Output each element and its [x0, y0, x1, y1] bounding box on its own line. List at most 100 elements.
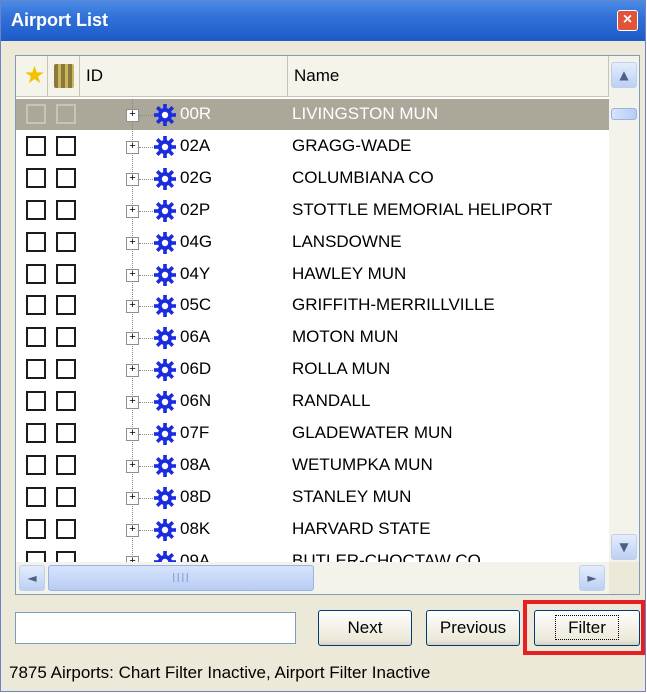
- column-header: ★ ID Name: [16, 56, 609, 97]
- expand-icon[interactable]: +: [126, 300, 139, 314]
- favorite-checkbox[interactable]: [26, 231, 46, 252]
- table-row[interactable]: +07F GLADEWATER MUN: [16, 418, 609, 449]
- expand-icon[interactable]: +: [126, 236, 139, 250]
- airport-id: 04Y: [180, 263, 211, 283]
- expand-icon[interactable]: +: [126, 459, 139, 473]
- star-icon: ★: [23, 62, 46, 89]
- favorite-checkbox[interactable]: [26, 359, 46, 380]
- table-row[interactable]: +00R LIVINGSTON MUN: [16, 99, 609, 130]
- chart-checkbox[interactable]: [56, 231, 76, 252]
- favorite-checkbox[interactable]: [26, 199, 46, 220]
- table-row[interactable]: +06N RANDALL: [16, 386, 609, 418]
- table-row[interactable]: +02A GRAGG-WADE: [16, 130, 609, 162]
- scroll-left-button[interactable]: ◄: [19, 565, 45, 591]
- airport-id: 08K: [180, 518, 211, 538]
- table-row[interactable]: +08D STANLEY MUN: [16, 481, 609, 513]
- tree-connector: [139, 465, 153, 467]
- expand-icon[interactable]: +: [126, 268, 139, 282]
- tree-connector: [139, 529, 153, 531]
- scroll-up-button[interactable]: ▲: [611, 62, 637, 88]
- expand-icon[interactable]: +: [126, 491, 139, 505]
- chart-checkbox[interactable]: [56, 263, 76, 284]
- expand-icon[interactable]: +: [126, 332, 139, 346]
- chart-checkbox[interactable]: [56, 454, 76, 475]
- table-row[interactable]: +05C GRIFFITH-MERRILLVILLE: [16, 290, 609, 322]
- horizontal-scrollbar[interactable]: ◄ IIII ►: [16, 562, 609, 594]
- airport-icon: [154, 486, 176, 509]
- expand-icon[interactable]: +: [126, 396, 139, 410]
- airport-name: ROLLA MUN: [292, 359, 391, 379]
- id-column-header[interactable]: ID: [80, 56, 288, 96]
- favorite-checkbox[interactable]: [26, 263, 46, 284]
- scroll-right-button[interactable]: ►: [579, 565, 605, 591]
- table-row[interactable]: +02G COLUMBIANA CO: [16, 162, 609, 194]
- id-column-label: ID: [86, 66, 103, 85]
- favorite-checkbox[interactable]: [26, 104, 46, 124]
- tree-connector: [139, 274, 153, 276]
- table-row[interactable]: +04Y HAWLEY MUN: [16, 258, 609, 290]
- expand-icon[interactable]: +: [126, 109, 139, 122]
- airport-name: STOTTLE MEMORIAL HELIPORT: [292, 199, 553, 219]
- favorite-checkbox[interactable]: [26, 295, 46, 316]
- table-row[interactable]: +06A MOTON MUN: [16, 322, 609, 354]
- search-input[interactable]: [15, 612, 296, 644]
- vertical-scrollbar[interactable]: ▲ ▼: [609, 56, 639, 562]
- chart-checkbox[interactable]: [56, 167, 76, 188]
- table-row[interactable]: +04G LANSDOWNE: [16, 226, 609, 258]
- close-button[interactable]: ×: [617, 10, 638, 31]
- horizontal-scroll-thumb[interactable]: IIII: [48, 565, 314, 591]
- title-bar[interactable]: Airport List ×: [1, 1, 645, 41]
- airport-id: 05C: [180, 295, 212, 315]
- table-row[interactable]: +08A WETUMPKA MUN: [16, 449, 609, 481]
- airport-icon: [154, 231, 176, 254]
- favorite-checkbox[interactable]: [26, 327, 46, 348]
- favorite-checkbox[interactable]: [26, 518, 46, 539]
- airport-name: WETUMPKA MUN: [292, 454, 433, 474]
- favorite-checkbox[interactable]: [26, 423, 46, 443]
- next-button[interactable]: Next: [318, 610, 412, 646]
- chart-checkbox[interactable]: [56, 359, 76, 380]
- chart-checkbox[interactable]: [56, 486, 76, 507]
- favorite-checkbox[interactable]: [26, 135, 46, 156]
- scroll-down-button[interactable]: ▼: [611, 534, 637, 560]
- chart-checkbox[interactable]: [56, 104, 76, 124]
- favorite-checkbox[interactable]: [26, 391, 46, 412]
- airport-icon: [154, 359, 176, 382]
- airport-name: GLADEWATER MUN: [292, 423, 453, 442]
- airport-id: 04G: [180, 231, 213, 251]
- vertical-scroll-thumb[interactable]: [611, 108, 637, 120]
- favorite-column-header[interactable]: ★: [16, 56, 48, 96]
- chart-checkbox[interactable]: [56, 295, 76, 316]
- expand-icon[interactable]: +: [126, 523, 139, 537]
- chart-column-header[interactable]: [48, 56, 80, 96]
- chart-checkbox[interactable]: [56, 135, 76, 156]
- chart-checkbox[interactable]: [56, 327, 76, 348]
- airport-list[interactable]: ★ ID Name +00R LIVINGSTON MUN +02A GRAGG-WA…: [15, 55, 640, 595]
- table-row[interactable]: +06D ROLLA MUN: [16, 354, 609, 386]
- expand-icon[interactable]: +: [126, 204, 139, 218]
- chart-checkbox[interactable]: [56, 518, 76, 539]
- status-bar-text: 7875 Airports: Chart Filter Inactive, Ai…: [9, 663, 431, 682]
- name-column-header[interactable]: Name: [288, 56, 609, 96]
- name-column-label: Name: [294, 66, 340, 85]
- favorite-checkbox[interactable]: [26, 167, 46, 188]
- table-row[interactable]: +02P STOTTLE MEMORIAL HELIPORT: [16, 194, 609, 226]
- expand-icon[interactable]: +: [126, 364, 139, 378]
- expand-icon[interactable]: +: [126, 428, 139, 441]
- favorite-checkbox[interactable]: [26, 454, 46, 475]
- favorite-checkbox[interactable]: [26, 486, 46, 507]
- airport-name: STANLEY MUN: [292, 486, 412, 506]
- airport-icon: [154, 327, 176, 350]
- tree-connector: [139, 338, 153, 340]
- chart-checkbox[interactable]: [56, 199, 76, 220]
- table-row[interactable]: +08K HARVARD STATE: [16, 513, 609, 545]
- expand-icon[interactable]: +: [126, 140, 139, 154]
- chart-checkbox[interactable]: [56, 423, 76, 443]
- expand-icon[interactable]: +: [126, 172, 139, 186]
- airport-id: 02P: [180, 199, 211, 219]
- previous-button[interactable]: Previous: [426, 610, 520, 646]
- chart-checkbox[interactable]: [56, 391, 76, 412]
- airport-name: MOTON MUN: [292, 327, 399, 347]
- airport-icon: [154, 263, 176, 286]
- airport-id: 06D: [180, 359, 212, 379]
